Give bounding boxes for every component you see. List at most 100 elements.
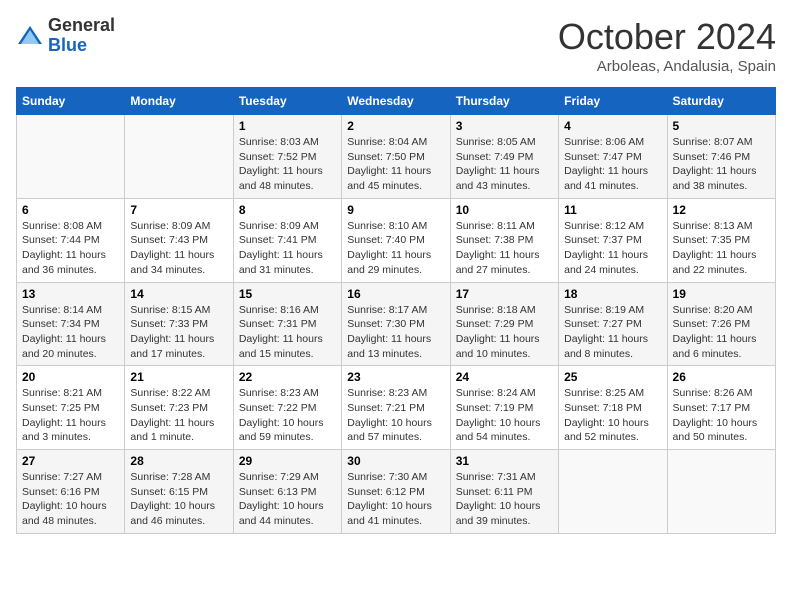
- calendar-cell: 24 Sunrise: 8:24 AM Sunset: 7:19 PM Dayli…: [450, 366, 558, 450]
- day-info: Sunrise: 8:26 AM Sunset: 7:17 PM Dayligh…: [673, 386, 770, 445]
- calendar-cell: 27 Sunrise: 7:27 AM Sunset: 6:16 PM Dayli…: [17, 450, 125, 534]
- day-number: 9: [347, 203, 444, 217]
- location-subtitle: Arboleas, Andalusia, Spain: [558, 58, 776, 75]
- day-header-tuesday: Tuesday: [233, 88, 341, 115]
- day-number: 31: [456, 454, 553, 468]
- day-info: Sunrise: 8:05 AM Sunset: 7:49 PM Dayligh…: [456, 135, 553, 194]
- calendar-cell: 11 Sunrise: 8:12 AM Sunset: 7:37 PM Dayli…: [559, 198, 667, 282]
- day-info: Sunrise: 8:20 AM Sunset: 7:26 PM Dayligh…: [673, 303, 770, 362]
- day-number: 28: [130, 454, 227, 468]
- calendar-cell: 7 Sunrise: 8:09 AM Sunset: 7:43 PM Daylig…: [125, 198, 233, 282]
- day-info: Sunrise: 7:29 AM Sunset: 6:13 PM Dayligh…: [239, 470, 336, 529]
- calendar-cell: 2 Sunrise: 8:04 AM Sunset: 7:50 PM Daylig…: [342, 115, 450, 199]
- logo-general: General: [48, 15, 115, 35]
- calendar-cell: 17 Sunrise: 8:18 AM Sunset: 7:29 PM Dayli…: [450, 282, 558, 366]
- day-number: 23: [347, 370, 444, 384]
- day-number: 1: [239, 119, 336, 133]
- calendar-week-4: 20 Sunrise: 8:21 AM Sunset: 7:25 PM Dayli…: [17, 366, 776, 450]
- day-number: 14: [130, 287, 227, 301]
- day-info: Sunrise: 8:09 AM Sunset: 7:43 PM Dayligh…: [130, 219, 227, 278]
- calendar-cell: 31 Sunrise: 7:31 AM Sunset: 6:11 PM Dayli…: [450, 450, 558, 534]
- day-number: 24: [456, 370, 553, 384]
- day-number: 7: [130, 203, 227, 217]
- calendar-cell: 21 Sunrise: 8:22 AM Sunset: 7:23 PM Dayli…: [125, 366, 233, 450]
- day-number: 11: [564, 203, 661, 217]
- day-info: Sunrise: 7:30 AM Sunset: 6:12 PM Dayligh…: [347, 470, 444, 529]
- day-number: 25: [564, 370, 661, 384]
- day-info: Sunrise: 8:07 AM Sunset: 7:46 PM Dayligh…: [673, 135, 770, 194]
- day-number: 19: [673, 287, 770, 301]
- day-info: Sunrise: 8:04 AM Sunset: 7:50 PM Dayligh…: [347, 135, 444, 194]
- calendar-header-row: SundayMondayTuesdayWednesdayThursdayFrid…: [17, 88, 776, 115]
- day-info: Sunrise: 7:31 AM Sunset: 6:11 PM Dayligh…: [456, 470, 553, 529]
- logo-blue: Blue: [48, 35, 87, 55]
- calendar-cell: 12 Sunrise: 8:13 AM Sunset: 7:35 PM Dayli…: [667, 198, 775, 282]
- day-header-monday: Monday: [125, 88, 233, 115]
- day-header-wednesday: Wednesday: [342, 88, 450, 115]
- page-header: General Blue October 2024 Arboleas, Anda…: [16, 16, 776, 75]
- day-info: Sunrise: 8:23 AM Sunset: 7:21 PM Dayligh…: [347, 386, 444, 445]
- calendar-cell: 18Sunrise: 8:19 AM Sunset: 7:27 PM Dayli…: [559, 282, 667, 366]
- calendar-cell: [667, 450, 775, 534]
- calendar-cell: 9 Sunrise: 8:10 AM Sunset: 7:40 PM Daylig…: [342, 198, 450, 282]
- logo-text: General Blue: [48, 16, 115, 56]
- calendar-cell: 15Sunrise: 8:16 AM Sunset: 7:31 PM Dayli…: [233, 282, 341, 366]
- day-info: Sunrise: 8:24 AM Sunset: 7:19 PM Dayligh…: [456, 386, 553, 445]
- calendar-week-1: 1Sunrise: 8:03 AM Sunset: 7:52 PM Daylig…: [17, 115, 776, 199]
- calendar-cell: 28 Sunrise: 7:28 AM Sunset: 6:15 PM Dayli…: [125, 450, 233, 534]
- calendar-week-3: 13Sunrise: 8:14 AM Sunset: 7:34 PM Dayli…: [17, 282, 776, 366]
- calendar-cell: 16Sunrise: 8:17 AM Sunset: 7:30 PM Dayli…: [342, 282, 450, 366]
- day-number: 13: [22, 287, 119, 301]
- calendar-cell: [559, 450, 667, 534]
- logo: General Blue: [16, 16, 115, 56]
- calendar-cell: 3Sunrise: 8:05 AM Sunset: 7:49 PM Daylig…: [450, 115, 558, 199]
- day-number: 2: [347, 119, 444, 133]
- calendar-cell: [125, 115, 233, 199]
- day-number: 6: [22, 203, 119, 217]
- day-number: 10: [456, 203, 553, 217]
- day-header-saturday: Saturday: [667, 88, 775, 115]
- calendar-cell: 19 Sunrise: 8:20 AM Sunset: 7:26 PM Dayli…: [667, 282, 775, 366]
- day-number: 29: [239, 454, 336, 468]
- day-info: Sunrise: 7:27 AM Sunset: 6:16 PM Dayligh…: [22, 470, 119, 529]
- day-info: Sunrise: 8:18 AM Sunset: 7:29 PM Dayligh…: [456, 303, 553, 362]
- day-info: Sunrise: 8:12 AM Sunset: 7:37 PM Dayligh…: [564, 219, 661, 278]
- day-info: Sunrise: 8:13 AM Sunset: 7:35 PM Dayligh…: [673, 219, 770, 278]
- calendar-cell: 23 Sunrise: 8:23 AM Sunset: 7:21 PM Dayli…: [342, 366, 450, 450]
- day-number: 22: [239, 370, 336, 384]
- month-title: October 2024: [558, 16, 776, 58]
- day-number: 4: [564, 119, 661, 133]
- day-header-sunday: Sunday: [17, 88, 125, 115]
- calendar-cell: 6 Sunrise: 8:08 AM Sunset: 7:44 PM Daylig…: [17, 198, 125, 282]
- calendar-week-5: 27 Sunrise: 7:27 AM Sunset: 6:16 PM Dayli…: [17, 450, 776, 534]
- day-info: Sunrise: 8:10 AM Sunset: 7:40 PM Dayligh…: [347, 219, 444, 278]
- day-info: Sunrise: 8:08 AM Sunset: 7:44 PM Dayligh…: [22, 219, 119, 278]
- calendar-table: SundayMondayTuesdayWednesdayThursdayFrid…: [16, 87, 776, 534]
- calendar-cell: 29 Sunrise: 7:29 AM Sunset: 6:13 PM Dayli…: [233, 450, 341, 534]
- calendar-cell: 30 Sunrise: 7:30 AM Sunset: 6:12 PM Dayli…: [342, 450, 450, 534]
- day-number: 21: [130, 370, 227, 384]
- day-info: Sunrise: 7:28 AM Sunset: 6:15 PM Dayligh…: [130, 470, 227, 529]
- title-block: October 2024 Arboleas, Andalusia, Spain: [558, 16, 776, 75]
- day-number: 27: [22, 454, 119, 468]
- day-info: Sunrise: 8:22 AM Sunset: 7:23 PM Dayligh…: [130, 386, 227, 445]
- day-info: Sunrise: 8:21 AM Sunset: 7:25 PM Dayligh…: [22, 386, 119, 445]
- day-info: Sunrise: 8:17 AM Sunset: 7:30 PM Dayligh…: [347, 303, 444, 362]
- day-number: 30: [347, 454, 444, 468]
- day-number: 17: [456, 287, 553, 301]
- calendar-cell: 25 Sunrise: 8:25 AM Sunset: 7:18 PM Dayli…: [559, 366, 667, 450]
- calendar-cell: 10 Sunrise: 8:11 AM Sunset: 7:38 PM Dayli…: [450, 198, 558, 282]
- day-info: Sunrise: 8:23 AM Sunset: 7:22 PM Dayligh…: [239, 386, 336, 445]
- calendar-cell: 14Sunrise: 8:15 AM Sunset: 7:33 PM Dayli…: [125, 282, 233, 366]
- day-number: 15: [239, 287, 336, 301]
- calendar-cell: 8Sunrise: 8:09 AM Sunset: 7:41 PM Daylig…: [233, 198, 341, 282]
- calendar-cell: 5 Sunrise: 8:07 AM Sunset: 7:46 PM Daylig…: [667, 115, 775, 199]
- day-info: Sunrise: 8:19 AM Sunset: 7:27 PM Dayligh…: [564, 303, 661, 362]
- calendar-cell: 13Sunrise: 8:14 AM Sunset: 7:34 PM Dayli…: [17, 282, 125, 366]
- calendar-cell: 1Sunrise: 8:03 AM Sunset: 7:52 PM Daylig…: [233, 115, 341, 199]
- day-number: 20: [22, 370, 119, 384]
- day-number: 5: [673, 119, 770, 133]
- day-info: Sunrise: 8:11 AM Sunset: 7:38 PM Dayligh…: [456, 219, 553, 278]
- day-info: Sunrise: 8:25 AM Sunset: 7:18 PM Dayligh…: [564, 386, 661, 445]
- day-number: 12: [673, 203, 770, 217]
